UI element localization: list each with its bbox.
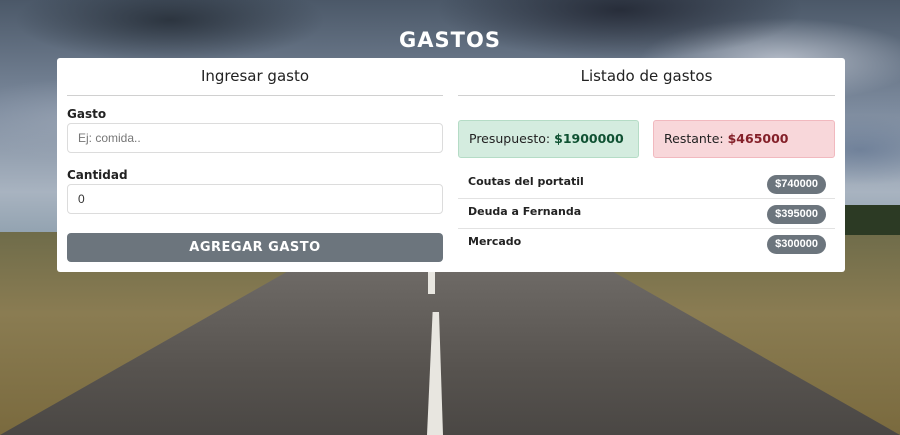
expense-name: Coutas del portatil [468, 175, 584, 188]
expense-list-heading: Listado de gastos [458, 58, 835, 96]
remaining-value: $465000 [727, 131, 789, 146]
add-expense-heading: Ingresar gasto [67, 58, 443, 96]
amount-input[interactable] [67, 184, 443, 214]
list-item: Deuda a Fernanda $395000 [458, 199, 835, 229]
expense-input[interactable] [67, 123, 443, 153]
expense-amount-badge: $300000 [767, 235, 826, 254]
background-trees [840, 205, 900, 235]
list-item: Mercado $300000 [458, 229, 835, 259]
list-item: Coutas del portatil $740000 [458, 169, 835, 199]
expense-list-panel: Listado de gastos Presupuesto: $1900000 … [458, 58, 835, 254]
remaining-label: Restante: [664, 131, 724, 146]
amount-label: Cantidad [67, 168, 128, 182]
expense-amount-badge: $740000 [767, 175, 826, 194]
budget-box: Presupuesto: $1900000 [458, 120, 639, 158]
add-expense-panel: Ingresar gasto Gasto Cantidad AGREGAR GA… [67, 58, 443, 262]
expense-label: Gasto [67, 107, 107, 121]
expense-name: Mercado [468, 235, 522, 248]
budget-value: $1900000 [554, 131, 624, 146]
expense-name: Deuda a Fernanda [468, 205, 582, 218]
expense-amount-badge: $395000 [767, 205, 826, 224]
main-card: Ingresar gasto Gasto Cantidad AGREGAR GA… [57, 58, 845, 272]
expense-list: Coutas del portatil $740000 Deuda a Fern… [458, 169, 835, 259]
road-lane-marking [428, 272, 435, 294]
remaining-box: Restante: $465000 [653, 120, 835, 158]
budget-label: Presupuesto: [469, 131, 551, 146]
page-title: GASTOS [399, 28, 501, 52]
add-expense-button[interactable]: AGREGAR GASTO [67, 233, 443, 262]
